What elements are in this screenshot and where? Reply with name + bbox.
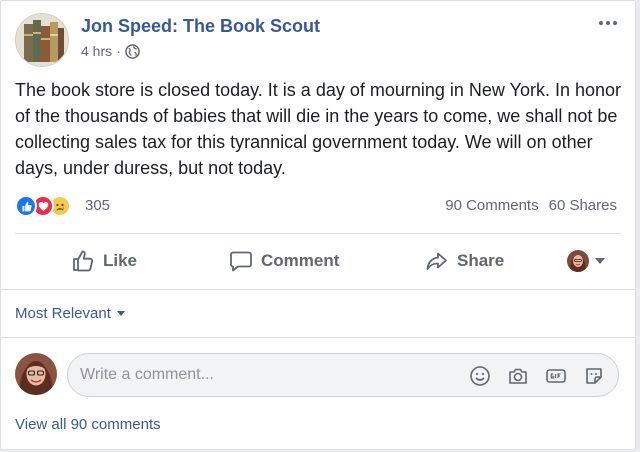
dot-icon: [613, 21, 617, 25]
comment-input[interactable]: [80, 354, 460, 396]
dot-icon: [599, 21, 603, 25]
page-name-link[interactable]: Jon Speed: The Book Scout: [81, 16, 320, 37]
share-arrow-icon: [426, 252, 447, 270]
stats-divider: [15, 233, 621, 234]
post-card: Jon Speed: The Book Scout 4 hrs · The bo…: [0, 0, 636, 450]
view-all-comments-link[interactable]: View all 90 comments: [15, 416, 161, 433]
user-avatar-small: [567, 250, 589, 272]
chevron-down-icon: [116, 311, 125, 316]
share-button[interactable]: Share: [425, 237, 504, 285]
user-avatar[interactable]: [15, 353, 57, 395]
gif-icon[interactable]: [544, 364, 568, 388]
thumbs-up-icon: [73, 250, 94, 272]
post-text: The book store is closed today. It is a …: [15, 80, 621, 178]
post-stats: 305 90 Comments 60 Shares: [15, 195, 621, 217]
comment-box: [67, 353, 619, 397]
section-divider: [1, 289, 635, 290]
comment-label: Comment: [261, 251, 340, 270]
shares-count-link[interactable]: 60 Shares: [549, 197, 617, 214]
comments-count-link[interactable]: 90 Comments: [445, 197, 538, 214]
more-options-button[interactable]: [595, 13, 621, 33]
globe-icon[interactable]: [124, 43, 140, 59]
page-avatar[interactable]: [15, 13, 69, 67]
post-header: Jon Speed: The Book Scout 4 hrs ·: [15, 13, 621, 67]
composer-icons: [468, 364, 606, 388]
post-time[interactable]: 4 hrs: [81, 43, 112, 59]
comment-button[interactable]: Comment: [229, 237, 339, 285]
sticker-icon[interactable]: [582, 364, 606, 388]
reaction-identity-selector[interactable]: [567, 249, 605, 273]
comment-bubble-icon: [230, 251, 252, 272]
like-reaction-icon: [15, 195, 37, 217]
dot-icon: [606, 21, 610, 25]
emoji-icon[interactable]: [468, 364, 492, 388]
camera-icon[interactable]: [506, 364, 530, 388]
like-label: Like: [103, 251, 138, 270]
reaction-icons[interactable]: [15, 195, 71, 217]
meta-separator: ·: [116, 43, 121, 59]
engagement-counts: 90 Comments 60 Shares: [445, 197, 617, 214]
post-meta: 4 hrs ·: [81, 43, 140, 59]
chevron-down-icon: [595, 258, 605, 264]
comment-sort-label: Most Relevant: [15, 305, 111, 322]
share-label: Share: [457, 251, 505, 270]
comment-composer: [15, 353, 621, 397]
comment-sort-dropdown[interactable]: Most Relevant: [15, 305, 125, 322]
comments-divider: [1, 337, 635, 338]
post-actions: Like Comment Share: [15, 237, 621, 285]
like-button[interactable]: Like: [71, 237, 137, 285]
reaction-count[interactable]: 305: [85, 197, 110, 214]
